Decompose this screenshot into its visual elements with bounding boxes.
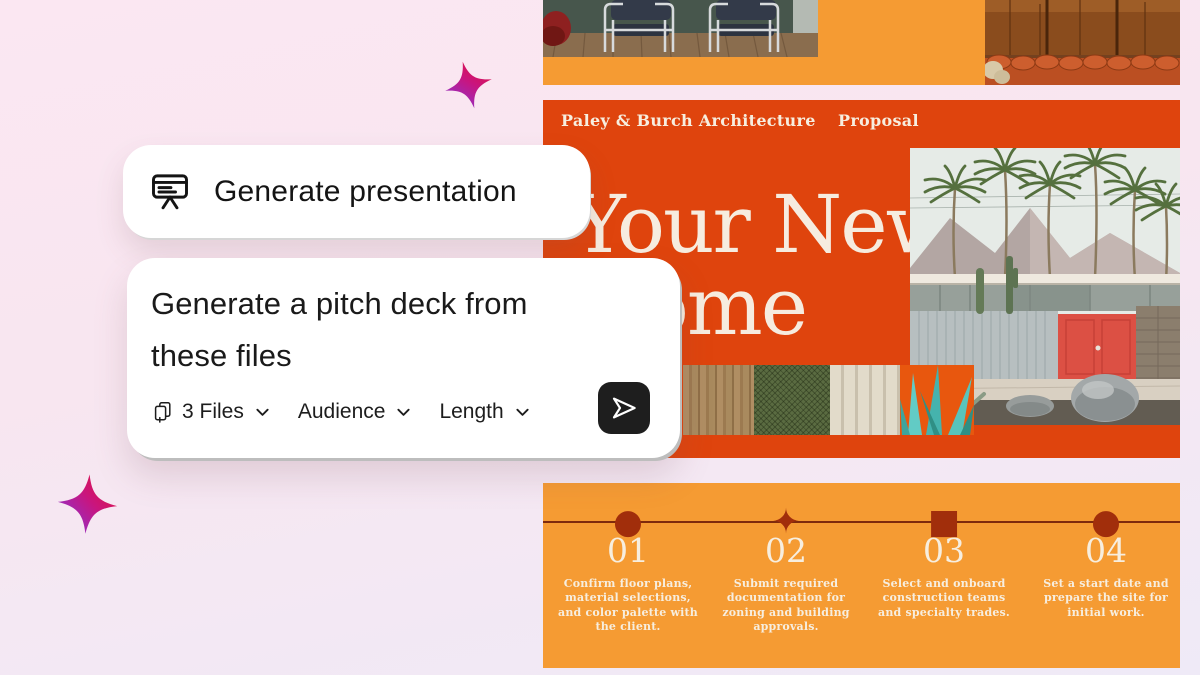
step-number: 01 [553, 531, 703, 571]
canvas: Paley & Burch Architecture Proposal Your… [0, 0, 1200, 675]
presentation-board-icon [148, 170, 192, 214]
deck-strip-slide [543, 0, 1180, 85]
prompt-line-1: Generate a pitch deck from [151, 278, 528, 330]
chevron-down-icon [513, 403, 532, 422]
prompt-line-2: these files [151, 330, 528, 382]
prompt-card: Generate a pitch deck from these files 3… [127, 258, 680, 458]
step-description: Set a start date and prepare the site fo… [1031, 577, 1181, 620]
chrome-chairs-photo [543, 0, 818, 57]
timeline-step: 03 Select and onboard construction teams… [869, 531, 1019, 620]
doc-type-label: Proposal [838, 111, 919, 130]
sparkle-icon [436, 54, 501, 116]
agave-photo-swatch [900, 365, 974, 435]
prompt-text: Generate a pitch deck from these files [151, 278, 528, 382]
step-description: Submit required documentation for zoning… [711, 577, 861, 634]
files-add-icon [151, 400, 175, 424]
step-number: 03 [869, 531, 1019, 571]
generate-presentation-pill[interactable]: Generate presentation [123, 145, 590, 238]
deck-timeline-slide: ● ✦ ■ ● 01 Confirm floor plans, material… [543, 483, 1180, 668]
chevron-down-icon [394, 403, 413, 422]
audience-dropdown-label: Audience [298, 400, 386, 424]
slide-heading-line1: Your New [573, 184, 952, 266]
send-button[interactable] [598, 382, 650, 434]
audience-dropdown[interactable]: Audience [298, 400, 414, 424]
prompt-controls: 3 Files Audience Length [151, 400, 558, 424]
length-dropdown-label: Length [439, 400, 503, 424]
sparkle-icon [52, 471, 123, 538]
slide-header: Paley & Burch Architecture Proposal [561, 111, 1161, 130]
step-number: 02 [711, 531, 861, 571]
length-dropdown[interactable]: Length [439, 400, 531, 424]
timeline-step: 02 Submit required documentation for zon… [711, 531, 861, 634]
material-swatches [683, 365, 974, 435]
timeline-step: 04 Set a start date and prepare the site… [1031, 531, 1181, 620]
pill-label: Generate presentation [214, 175, 517, 209]
send-icon [609, 393, 639, 423]
step-description: Select and onboard construction teams an… [869, 577, 1019, 620]
company-name: Paley & Burch Architecture [561, 111, 816, 130]
wood-cabinet-sofa-photo [985, 0, 1180, 85]
files-dropdown-label: 3 Files [182, 400, 244, 424]
fluted-panel-swatch [830, 365, 900, 435]
oak-wood-swatch [683, 365, 754, 435]
chevron-down-icon [253, 403, 272, 422]
files-dropdown[interactable]: 3 Files [151, 400, 272, 424]
step-number: 04 [1031, 531, 1181, 571]
timeline-step: 01 Confirm floor plans, material selecti… [553, 531, 703, 634]
green-fabric-swatch [754, 365, 830, 435]
step-description: Confirm floor plans, material selections… [553, 577, 703, 634]
